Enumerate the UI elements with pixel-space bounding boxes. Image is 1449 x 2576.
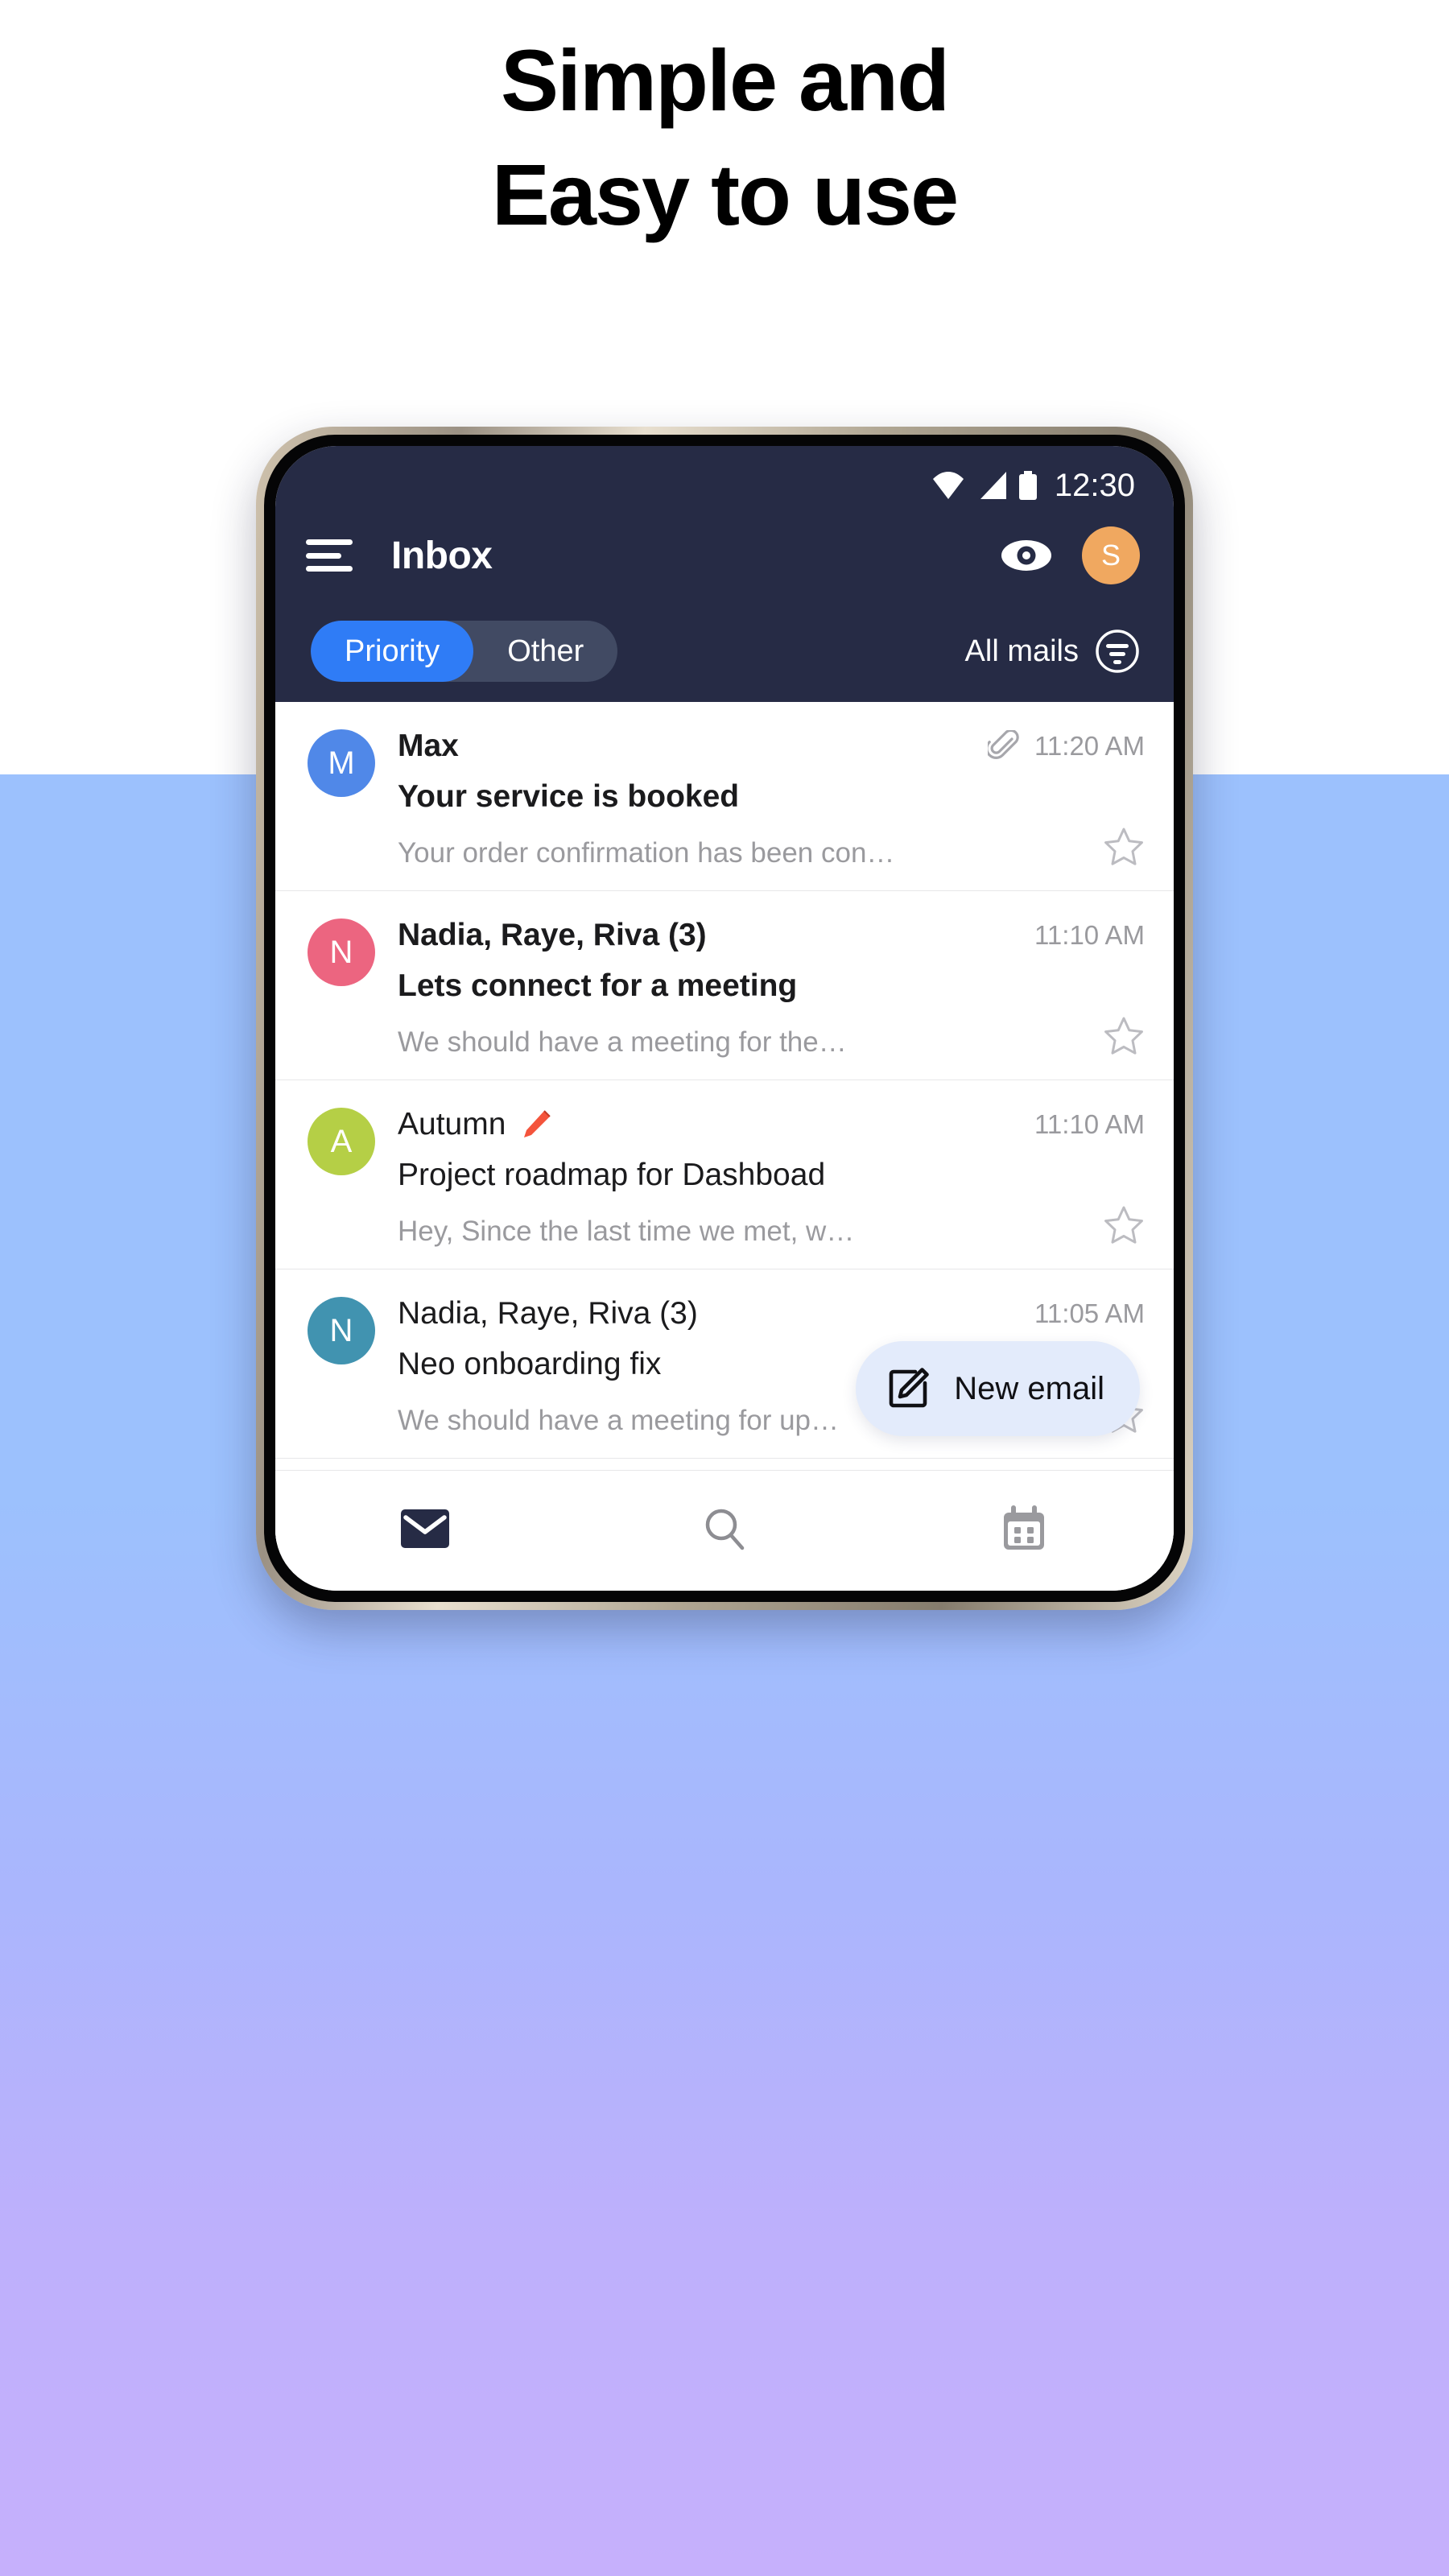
phone-bezel: 12:30 Inbox S Priority Other All mails M… (264, 435, 1185, 1602)
avatar-initial: S (1100, 539, 1121, 572)
status-bar: 12:30 (275, 460, 1174, 510)
attachment-icon (988, 730, 1020, 762)
mail-row-footer: We should have a meeting for the… (398, 1015, 1145, 1059)
avatar-initial: N (329, 1312, 353, 1348)
mail-sender: Autumn (398, 1107, 506, 1141)
mail-body: Autumn 11:10 AM Project roadmap for Dashbo… (398, 1103, 1145, 1248)
mail-subject: Your service is booked (398, 779, 740, 814)
mail-timestamp: 11:05 AM (1034, 1298, 1145, 1328)
page-title: Simple and Easy to use (0, 37, 1449, 238)
mail-list: M Max 11:20 AM Your service is booked Your o… (275, 702, 1174, 1591)
mail-sender: Max (398, 729, 459, 763)
status-bar-clock: 12:30 (1054, 467, 1135, 503)
filter-bar: Priority Other All mails (275, 601, 1174, 702)
segmented-control: Priority Other (311, 621, 618, 682)
star-icon[interactable] (1103, 826, 1145, 869)
calendar-icon (1001, 1505, 1046, 1556)
mail-timestamp: 11:10 AM (1034, 920, 1145, 950)
filter-icon[interactable] (1095, 629, 1140, 674)
mail-row-footer: Your order confirmation has been con… (398, 826, 1145, 869)
avatar[interactable]: N (308, 919, 375, 986)
wifi-icon (931, 472, 966, 499)
mail-row[interactable]: N Nadia, Raye, Riva (3) 11:10 AM Lets conne… (275, 891, 1174, 1080)
mail-row-header: Max 11:20 AM (398, 724, 1145, 768)
tab-other[interactable]: Other (473, 621, 617, 682)
app-bar-title: Inbox (391, 534, 493, 577)
mail-timestamp: 11:10 AM (1034, 1109, 1145, 1139)
mail-row[interactable]: A Autumn 11:10 AM Project roadmap for Dashb… (275, 1080, 1174, 1269)
nav-item-calendar[interactable] (874, 1505, 1174, 1556)
tab-priority[interactable]: Priority (311, 621, 474, 682)
bottom-navigation (275, 1470, 1174, 1591)
headline-line-1: Simple and (500, 31, 950, 129)
tab-priority-label: Priority (345, 634, 440, 668)
new-email-label: New email (954, 1370, 1104, 1406)
new-email-fab[interactable]: New email (856, 1341, 1140, 1436)
mail-row[interactable]: M Max 11:20 AM Your service is booked Your o… (275, 702, 1174, 891)
mail-sender: Nadia, Raye, Riva (3) (398, 918, 707, 952)
all-mails-label[interactable]: All mails (965, 634, 1079, 669)
avatar[interactable]: S (1082, 526, 1140, 584)
star-icon[interactable] (1103, 1015, 1145, 1059)
nav-item-search[interactable] (575, 1506, 874, 1555)
cellular-signal-icon (977, 472, 1008, 499)
headline-line-2: Easy to use (491, 146, 959, 243)
phone-mockup: 12:30 Inbox S Priority Other All mails M… (256, 427, 1193, 1610)
mail-preview: We should have a meeting for the… (398, 1026, 847, 1058)
phone-screen: 12:30 Inbox S Priority Other All mails M… (275, 446, 1174, 1591)
mail-preview: Hey, Since the last time we met, w… (398, 1216, 855, 1247)
mail-icon (400, 1509, 450, 1553)
tab-other-label: Other (507, 634, 584, 668)
mail-timestamp: 11:20 AM (1034, 731, 1145, 761)
mail-sender: Nadia, Raye, Riva (3) (398, 1296, 698, 1331)
eye-icon[interactable] (1000, 529, 1053, 582)
avatar-initial: N (329, 934, 353, 970)
mail-row-header: Nadia, Raye, Riva (3) 11:10 AM (398, 914, 1145, 957)
mail-row-header: Nadia, Raye, Riva (3) 11:05 AM (398, 1292, 1145, 1335)
poster-page: Simple and Easy to use 12:30 Inbox S Pri… (0, 0, 1449, 2576)
mail-body: Nadia, Raye, Riva (3) 11:10 AM Lets connec… (398, 914, 1145, 1059)
pencil-icon (520, 1108, 552, 1141)
avatar[interactable]: N (308, 1297, 375, 1364)
mail-row-header: Autumn 11:10 AM (398, 1103, 1145, 1146)
battery-icon (1018, 471, 1037, 500)
avatar-initial: M (328, 745, 355, 781)
mail-subject: Lets connect for a meeting (398, 968, 798, 1003)
star-icon[interactable] (1103, 1204, 1145, 1248)
app-bar: Inbox S (275, 510, 1174, 601)
mail-row-footer: Hey, Since the last time we met, w… (398, 1204, 1145, 1248)
hamburger-menu-icon[interactable] (306, 537, 353, 574)
mail-preview: Your order confirmation has been con… (398, 837, 895, 869)
avatar[interactable]: M (308, 729, 375, 797)
mail-subject: Project roadmap for Dashboad (398, 1158, 826, 1192)
avatar-initial: A (330, 1123, 353, 1159)
avatar[interactable]: A (308, 1108, 375, 1175)
search-icon (702, 1506, 747, 1555)
app-header-region: 12:30 Inbox S Priority Other All mails (275, 446, 1174, 702)
nav-item-mail[interactable] (275, 1509, 575, 1553)
compose-icon (886, 1367, 930, 1410)
mail-body: Max 11:20 AM Your service is booked Your or… (398, 724, 1145, 869)
